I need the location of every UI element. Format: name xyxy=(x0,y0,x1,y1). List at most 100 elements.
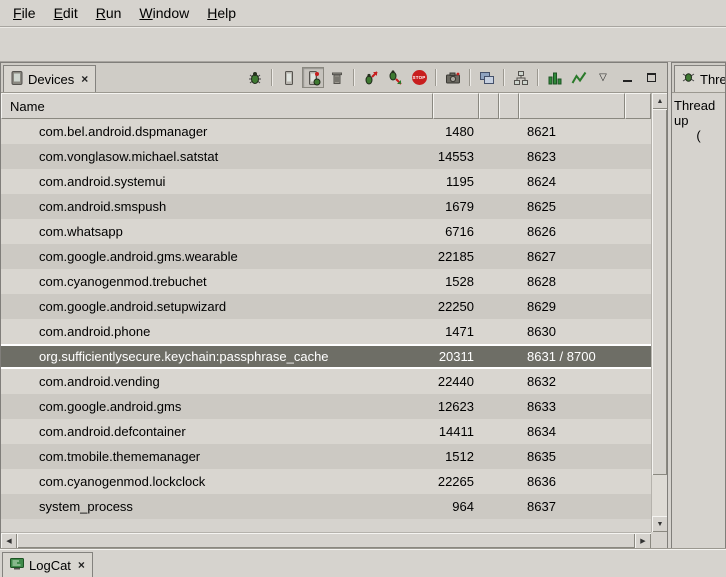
vertical-scrollbar[interactable]: ▲ ▼ xyxy=(651,93,667,532)
process-pid-cell: 1480 xyxy=(433,124,479,139)
process-pid-cell: 1679 xyxy=(433,199,479,214)
process-name-cell: com.tmobile.thememanager xyxy=(1,449,433,464)
menu-run[interactable]: Run xyxy=(87,2,131,24)
table-row[interactable]: com.android.smspush 1679 8625 xyxy=(1,194,651,219)
process-port-cell: 8627 xyxy=(519,249,625,264)
process-name-cell: com.google.android.gms xyxy=(1,399,433,414)
screenshot-camera-icon[interactable] xyxy=(442,67,464,88)
scroll-up-icon[interactable]: ▲ xyxy=(652,93,667,109)
process-pid-cell: 1528 xyxy=(433,274,479,289)
horizontal-scrollbar[interactable]: ◀ ▶ xyxy=(1,532,651,548)
threads-panel: Threads Thread up ( xyxy=(671,62,726,549)
process-name-cell: com.cyanogenmod.lockclock xyxy=(1,474,433,489)
process-port-cell: 8626 xyxy=(519,224,625,239)
scroll-right-icon[interactable]: ▶ xyxy=(635,533,651,548)
process-port-cell: 8621 xyxy=(519,124,625,139)
minimize-icon[interactable] xyxy=(616,67,638,88)
bottom-tabbar: LogCat × xyxy=(0,549,726,577)
menu-file[interactable]: File xyxy=(4,2,45,24)
column-header-status2[interactable] xyxy=(499,93,519,119)
table-row[interactable]: com.cyanogenmod.trebuchet 1528 8628 xyxy=(1,269,651,294)
scroll-left-icon[interactable]: ◀ xyxy=(1,533,17,548)
table-row[interactable]: com.android.vending 22440 8632 xyxy=(1,369,651,394)
process-pid-cell: 14553 xyxy=(433,149,479,164)
debug-bug-icon[interactable] xyxy=(244,67,266,88)
process-pid-cell: 22185 xyxy=(433,249,479,264)
process-name-cell: com.android.smspush xyxy=(1,199,433,214)
device-tab-icon xyxy=(11,71,23,88)
devices-tabbar: Devices × xyxy=(1,63,667,93)
device-debug-icon[interactable] xyxy=(302,67,324,88)
bug-reset-icon[interactable] xyxy=(384,67,406,88)
column-header-filler xyxy=(625,93,651,119)
tab-threads[interactable]: Threads xyxy=(674,65,726,92)
column-header-name[interactable]: Name xyxy=(1,93,433,119)
table-row[interactable]: system_process 964 8637 xyxy=(1,494,651,519)
tab-threads-label: Threads xyxy=(700,72,726,87)
heap-columns-icon[interactable] xyxy=(544,67,566,88)
process-name-cell: com.bel.android.dspmanager xyxy=(1,124,433,139)
menu-bar: File Edit Run Window Help xyxy=(0,0,726,26)
horizontal-scroll-thumb[interactable] xyxy=(17,533,635,548)
column-header-pid[interactable] xyxy=(433,93,479,119)
table-row[interactable]: com.android.defcontainer 14411 8634 xyxy=(1,419,651,444)
menu-edit[interactable]: Edit xyxy=(45,2,87,24)
trash-icon[interactable] xyxy=(326,67,348,88)
menu-window[interactable]: Window xyxy=(130,2,198,24)
process-port-cell: 8637 xyxy=(519,499,625,514)
process-port-cell: 8636 xyxy=(519,474,625,489)
close-icon[interactable]: × xyxy=(79,72,88,86)
logcat-tab-icon xyxy=(10,558,24,573)
maximize-icon[interactable] xyxy=(640,67,662,88)
threads-tab-icon xyxy=(682,71,695,87)
process-name-cell: com.whatsapp xyxy=(1,224,433,239)
main-area: Devices × xyxy=(0,62,726,549)
vertical-scroll-track[interactable] xyxy=(652,109,667,516)
table-row[interactable]: com.cyanogenmod.lockclock 22265 8636 xyxy=(1,469,651,494)
table-row[interactable]: com.whatsapp 6716 8626 xyxy=(1,219,651,244)
process-name-cell: com.google.android.gms.wearable xyxy=(1,249,433,264)
column-header-port[interactable] xyxy=(519,93,625,119)
process-name-cell: com.vonglasow.michael.satstat xyxy=(1,149,433,164)
stop-process-icon[interactable]: STOP xyxy=(408,67,430,88)
device-process-table: Name com.bel.android.dspmanager 1480 862… xyxy=(1,93,667,548)
table-row[interactable]: com.google.android.setupwizard 22250 862… xyxy=(1,294,651,319)
process-pid-cell: 6716 xyxy=(433,224,479,239)
close-icon[interactable]: × xyxy=(76,558,85,572)
device-view-icon[interactable] xyxy=(278,67,300,88)
process-port-cell: 8635 xyxy=(519,449,625,464)
device-table-body: com.bel.android.dspmanager 1480 8621 com… xyxy=(1,119,651,519)
bug-forward-icon[interactable] xyxy=(360,67,382,88)
table-row[interactable]: com.android.systemui 1195 8624 xyxy=(1,169,651,194)
table-row[interactable]: com.google.android.gms 12623 8633 xyxy=(1,394,651,419)
scroll-down-icon[interactable]: ▼ xyxy=(652,516,667,532)
hierarchy-view-icon[interactable] xyxy=(510,67,532,88)
table-row[interactable]: com.bel.android.dspmanager 1480 8621 xyxy=(1,119,651,144)
threads-message: Thread up ( xyxy=(672,93,725,148)
minimize-glyph xyxy=(623,74,632,82)
view-menu-icon[interactable]: ▽ xyxy=(592,67,614,88)
table-row[interactable]: com.android.phone 1471 8630 xyxy=(1,319,651,344)
process-port-cell: 8629 xyxy=(519,299,625,314)
network-zigzag-icon[interactable] xyxy=(568,67,590,88)
process-name-cell: com.android.phone xyxy=(1,324,433,339)
table-row[interactable]: org.sufficientlysecure.keychain:passphra… xyxy=(1,344,651,369)
table-header: Name xyxy=(1,93,651,119)
process-name-cell: org.sufficientlysecure.keychain:passphra… xyxy=(1,349,433,364)
tab-logcat-label: LogCat xyxy=(29,558,71,573)
menu-help[interactable]: Help xyxy=(198,2,245,24)
tab-devices-label: Devices xyxy=(28,72,74,87)
table-row[interactable]: com.vonglasow.michael.satstat 14553 8623 xyxy=(1,144,651,169)
tab-devices[interactable]: Devices × xyxy=(3,65,96,92)
column-header-status1[interactable] xyxy=(479,93,499,119)
process-port-cell: 8623 xyxy=(519,149,625,164)
process-name-cell: com.android.vending xyxy=(1,374,433,389)
table-row[interactable]: com.google.android.gms.wearable 22185 86… xyxy=(1,244,651,269)
separator xyxy=(435,69,437,86)
vertical-scroll-thumb[interactable] xyxy=(652,109,667,475)
table-row[interactable]: com.tmobile.thememanager 1512 8635 xyxy=(1,444,651,469)
tab-logcat[interactable]: LogCat × xyxy=(2,552,93,577)
process-pid-cell: 22250 xyxy=(433,299,479,314)
dual-screen-icon[interactable] xyxy=(476,67,498,88)
process-port-cell: 8630 xyxy=(519,324,625,339)
